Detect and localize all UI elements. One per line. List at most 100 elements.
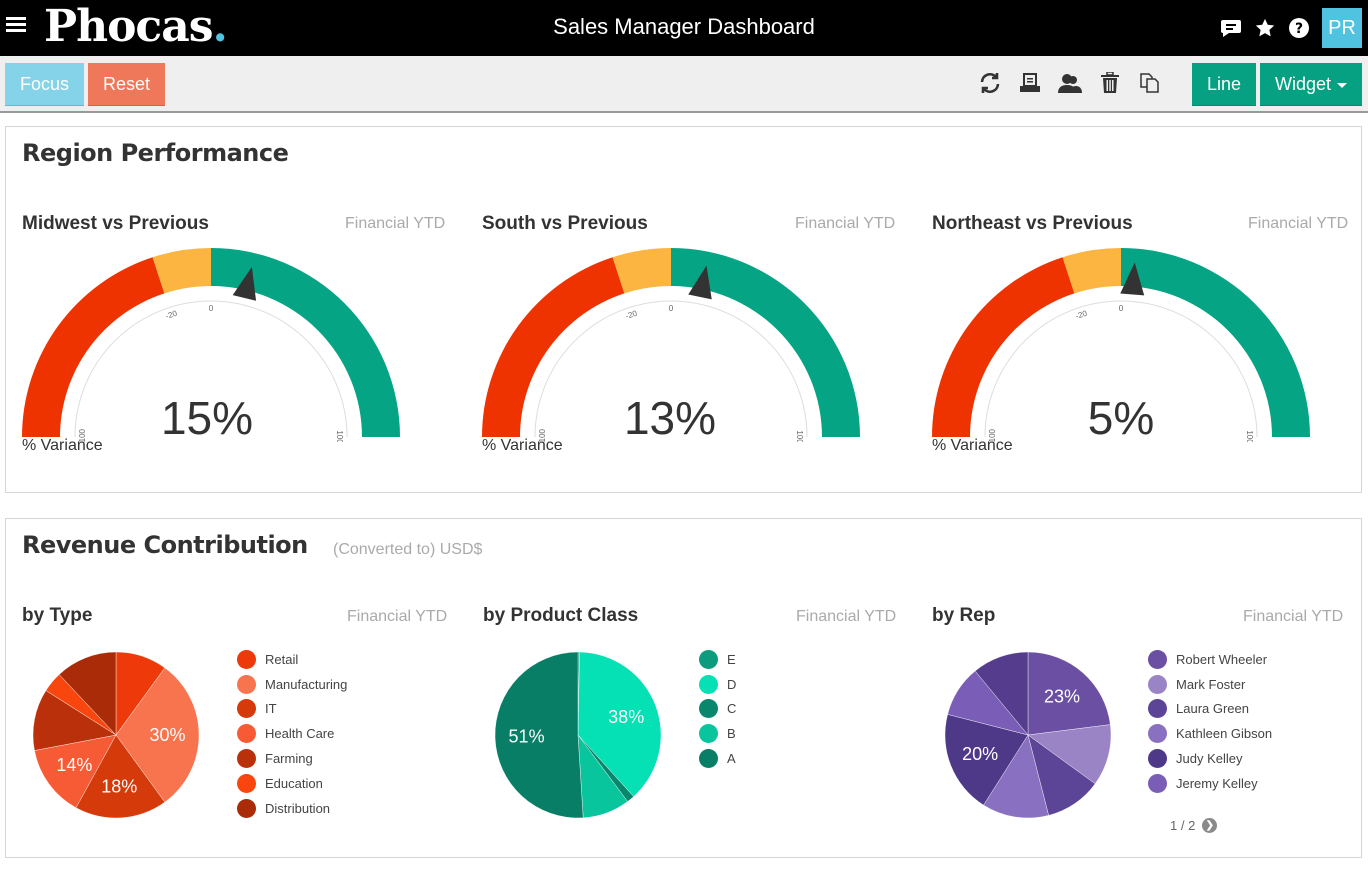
line-button[interactable]: Line	[1192, 63, 1256, 106]
star-icon[interactable]	[1248, 11, 1282, 45]
legend-item[interactable]: Mark Foster	[1148, 672, 1272, 697]
widget-dropdown-button[interactable]: Widget	[1260, 63, 1362, 106]
legend-label: Judy Kelley	[1176, 751, 1243, 767]
gauge-tick-label: -20	[164, 309, 178, 321]
legend-swatch	[237, 773, 256, 793]
legend-swatch	[1148, 699, 1167, 719]
legend-item[interactable]: Retail	[237, 647, 347, 672]
legend-item[interactable]: Distribution	[237, 796, 347, 821]
pie-data-label: 30%	[149, 725, 185, 745]
legend-item[interactable]: Health Care	[237, 721, 347, 746]
legend-item[interactable]: D	[699, 672, 736, 697]
page-title: Sales Manager Dashboard	[553, 14, 815, 39]
legend-label: E	[727, 651, 736, 667]
print-icon[interactable]	[1010, 67, 1050, 99]
pie-title: by Product Class	[483, 605, 639, 626]
gauge-title: Northeast vs Previous	[932, 213, 1133, 234]
pie-title: by Rep	[932, 605, 996, 626]
legend-swatch	[1148, 773, 1167, 793]
region-panel-title: Region Performance	[22, 139, 289, 167]
pie-data-label: 23%	[1044, 686, 1080, 706]
pie-data-label: 20%	[962, 744, 998, 764]
pager-text: 1 / 2	[1170, 818, 1196, 833]
gauge-value: 13%	[623, 392, 717, 444]
legend-label: Laura Green	[1176, 701, 1249, 717]
pie-period: Financial YTD	[1243, 608, 1344, 625]
legend-label: Jeremy Kelley	[1176, 775, 1258, 791]
legend-label: Robert Wheeler	[1176, 651, 1268, 667]
pie-data-label: 18%	[101, 776, 137, 796]
gauge-tick-label: 100	[335, 430, 344, 442]
trash-icon[interactable]	[1090, 67, 1130, 99]
reset-button[interactable]: Reset	[88, 63, 165, 106]
legend-item[interactable]: Laura Green	[1148, 697, 1272, 722]
legend-swatch	[1148, 674, 1167, 694]
gauge-tick-label: 0	[1119, 304, 1124, 313]
legend-item[interactable]: Farming	[237, 746, 347, 771]
gauge-value: 5%	[1087, 392, 1155, 444]
pie-period: Financial YTD	[347, 608, 448, 625]
gauge-tick-label: 100	[795, 430, 804, 442]
gauge-tick-label: 0	[209, 304, 214, 313]
pie-data-label: 51%	[509, 727, 545, 747]
legend-swatch	[237, 724, 256, 744]
copy-icon[interactable]	[1130, 67, 1170, 99]
legend-item[interactable]: B	[699, 721, 736, 746]
legend-item[interactable]: Manufacturing	[237, 672, 347, 697]
legend-item[interactable]: A	[699, 746, 736, 771]
legend-item[interactable]: Education	[237, 771, 347, 796]
legend-item[interactable]: Robert Wheeler	[1148, 647, 1272, 672]
legend-label: C	[727, 701, 737, 717]
gauge-tick-label: -20	[1074, 309, 1088, 321]
legend-swatch	[699, 649, 718, 669]
gauge-value: 15%	[160, 392, 254, 444]
pie-chart: 30% 18% 14%	[32, 651, 200, 819]
legend-label: Health Care	[265, 726, 335, 742]
pie-chart: 23% 20%	[944, 651, 1112, 819]
legend-item[interactable]: Kathleen Gibson	[1148, 721, 1272, 746]
user-avatar[interactable]: PR	[1322, 8, 1362, 48]
legend-label: Mark Foster	[1176, 676, 1246, 692]
pie-chart: 38% 51%	[494, 651, 662, 819]
legend-swatch	[237, 649, 256, 669]
gauge-tick-label: 100	[1245, 430, 1254, 442]
gauge-tick-label: -20	[624, 309, 638, 321]
pie-legend: Retail Manufacturing IT Health Care Farming E…	[237, 647, 347, 821]
legend-swatch	[237, 798, 256, 818]
pie-data-label: 14%	[56, 755, 92, 775]
gauge-period: Financial YTD	[345, 215, 446, 232]
region-performance-panel: Region Performance Midwest vs Previous F…	[5, 126, 1362, 493]
gauge-variance-label: % Variance	[932, 437, 1013, 454]
legend-label: Education	[265, 775, 323, 791]
legend-label: Retail	[265, 651, 299, 667]
top-bar: Phocas. Sales Manager Dashboard ? PR	[0, 0, 1368, 56]
chat-icon[interactable]	[1214, 11, 1248, 45]
legend-swatch	[699, 749, 718, 769]
widget-label: Widget	[1274, 73, 1332, 94]
legend-label: Kathleen Gibson	[1176, 726, 1273, 742]
legend-swatch	[237, 749, 256, 769]
caret-down-icon	[1337, 82, 1348, 88]
legend-item[interactable]: Judy Kelley	[1148, 746, 1272, 771]
legend-label: B	[727, 726, 736, 742]
legend-item[interactable]: IT	[237, 697, 347, 722]
focus-button[interactable]: Focus	[5, 63, 84, 106]
legend-swatch	[699, 724, 718, 744]
help-icon[interactable]: ?	[1282, 11, 1316, 45]
legend-item[interactable]: C	[699, 697, 736, 722]
gauge-tick-label: 0	[669, 304, 674, 313]
pie-legend: Robert Wheeler Mark Foster Laura Green Kath…	[1148, 647, 1272, 796]
legend-item[interactable]: Jeremy Kelley	[1148, 771, 1272, 796]
refresh-icon[interactable]	[970, 67, 1010, 99]
next-page-icon[interactable]: ❯	[1202, 818, 1218, 833]
pie-period: Financial YTD	[796, 608, 897, 625]
pie-legend: EDCBA	[699, 647, 736, 771]
legend-item[interactable]: E	[699, 647, 736, 672]
legend-label: Manufacturing	[265, 676, 348, 692]
legend-label: D	[727, 676, 737, 692]
legend-swatch	[1148, 749, 1167, 769]
users-icon[interactable]	[1050, 67, 1090, 99]
legend-swatch	[237, 674, 256, 694]
revenue-panel-title: Revenue Contribution	[22, 531, 308, 559]
legend-swatch	[699, 699, 718, 719]
